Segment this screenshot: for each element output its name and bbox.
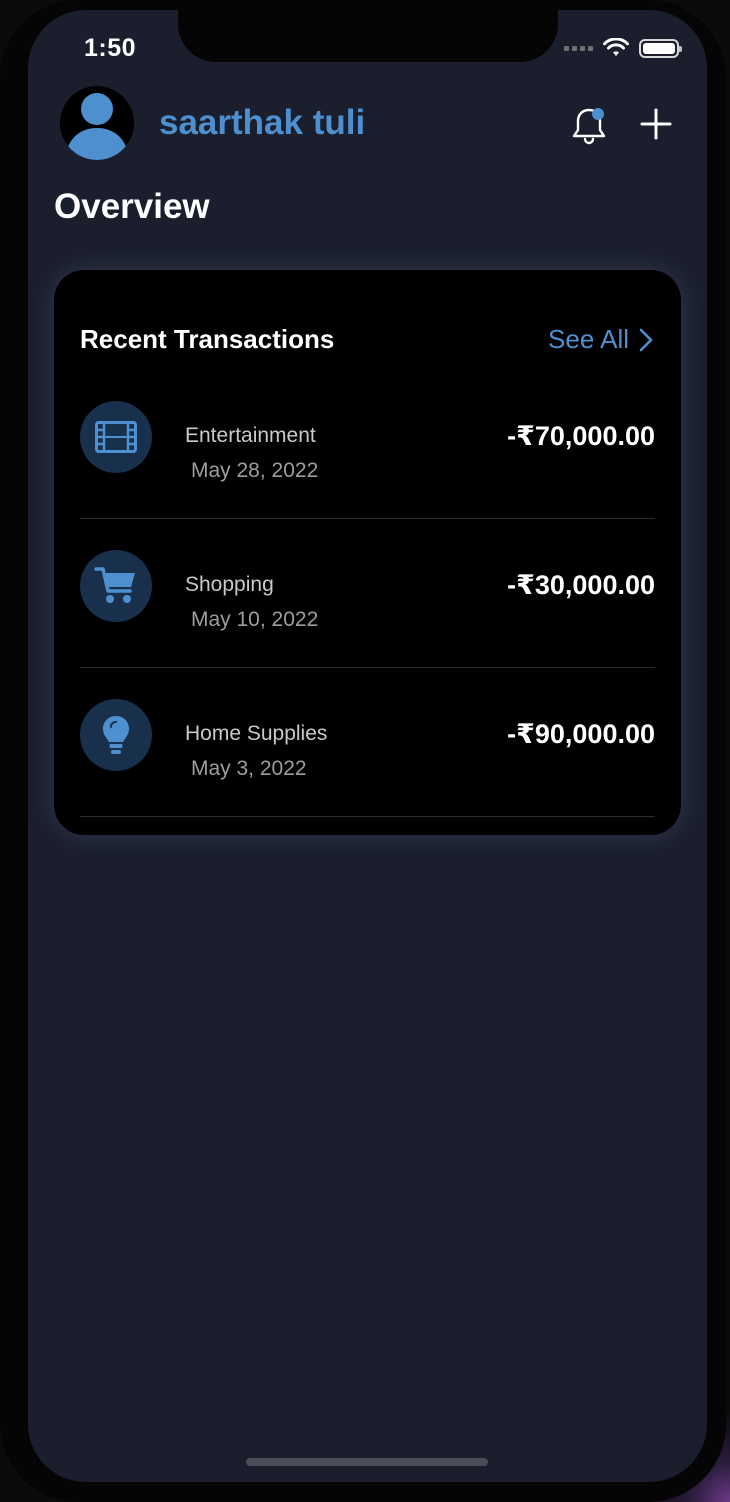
chevron-right-icon — [639, 328, 653, 351]
transaction-icon-circle — [80, 550, 152, 622]
battery-level — [643, 42, 675, 54]
add-button[interactable] — [639, 107, 673, 146]
transaction-category: Entertainment — [185, 424, 316, 447]
wifi-icon — [603, 38, 629, 58]
card-title: Recent Transactions — [80, 324, 335, 354]
home-indicator[interactable] — [246, 1458, 488, 1466]
transaction-amount: -₹30,000.00 — [507, 570, 655, 600]
page-title: Overview — [54, 187, 210, 226]
lightbulb-icon — [103, 716, 129, 754]
notification-badge — [592, 108, 604, 120]
battery-icon — [639, 38, 682, 58]
transaction-icon-circle — [80, 699, 152, 771]
cellular-signal-icon — [564, 45, 593, 51]
plus-icon — [640, 108, 672, 140]
notifications-button[interactable] — [569, 106, 609, 151]
transaction-category: Shopping — [185, 573, 274, 596]
transaction-amount: -₹70,000.00 — [507, 421, 655, 451]
transaction-row[interactable]: Entertainment May 28, 2022 -₹70,000.00 — [80, 370, 655, 519]
status-time: 1:50 — [84, 34, 137, 62]
phone-frame: 1:50 saarthak tuli Overview Recent Trans… — [0, 0, 726, 1502]
user-name: saarthak tuli — [159, 103, 366, 142]
transaction-category: Home Supplies — [185, 722, 328, 745]
film-icon — [95, 421, 137, 453]
bell-icon — [572, 108, 606, 145]
device-notch — [178, 10, 558, 62]
status-icons — [564, 38, 682, 58]
transaction-amount: -₹90,000.00 — [507, 719, 655, 749]
see-all-label: See All — [548, 324, 629, 354]
cart-icon — [94, 567, 135, 603]
transaction-date: May 3, 2022 — [191, 757, 307, 780]
see-all-button[interactable]: See All — [548, 324, 653, 355]
transaction-date: May 28, 2022 — [191, 459, 319, 482]
recent-transactions-card: Recent Transactions See All Entertainmen… — [54, 270, 681, 835]
app-screen: 1:50 saarthak tuli Overview Recent Trans… — [28, 10, 707, 1482]
transaction-row[interactable]: Shopping May 10, 2022 -₹30,000.00 — [80, 519, 655, 668]
person-icon — [64, 93, 130, 160]
transaction-date: May 10, 2022 — [191, 608, 319, 631]
device-backdrop: 1:50 saarthak tuli Overview Recent Trans… — [0, 0, 730, 1502]
transaction-icon-circle — [80, 401, 152, 473]
avatar[interactable] — [60, 86, 134, 160]
transaction-row[interactable]: Home Supplies May 3, 2022 -₹90,000.00 — [80, 668, 655, 817]
